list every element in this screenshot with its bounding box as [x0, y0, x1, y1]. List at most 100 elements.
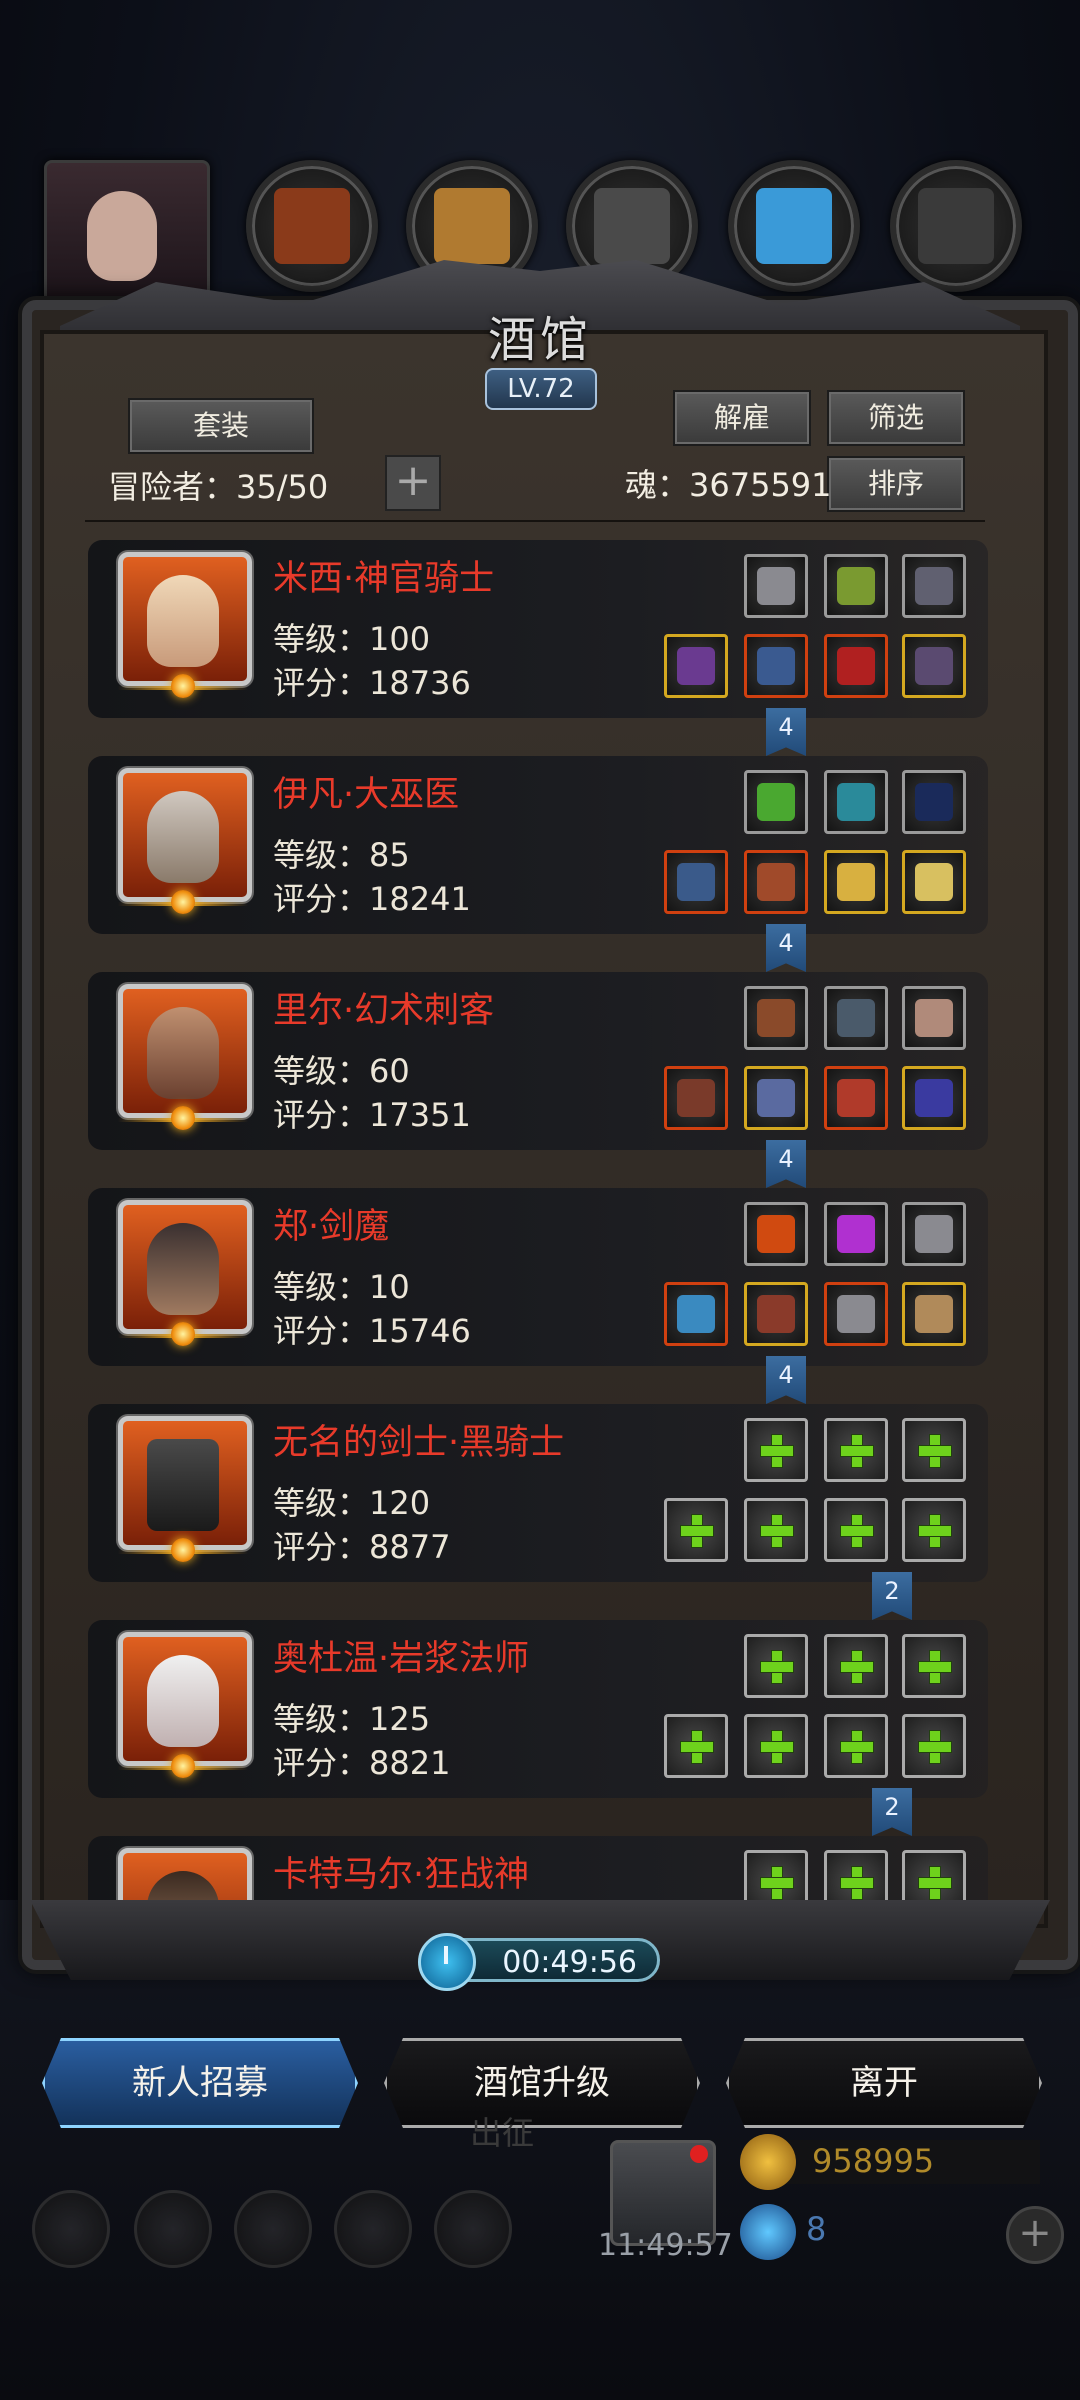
equip-amulet-icon[interactable]	[902, 634, 966, 698]
adventurer-count: 冒险者：35/50	[108, 468, 329, 506]
hero-avatar[interactable]	[118, 1200, 252, 1334]
equip-armor-icon[interactable]	[744, 850, 808, 914]
crystal-category-icon[interactable]	[728, 160, 860, 292]
equip-gem-icon[interactable]	[824, 770, 888, 834]
hero-score: 评分：17351	[273, 1096, 471, 1134]
mail-icon[interactable]	[334, 2190, 412, 2268]
hero-card[interactable]: 无名的剑士·黑骑士 等级：120 评分：8877	[88, 1404, 988, 1582]
hero-score: 评分：18736	[273, 664, 471, 702]
add-equip-slot[interactable]	[824, 1498, 888, 1562]
hero-name: 奥杜温·岩浆法师	[273, 1639, 530, 1679]
set-tag: 2	[872, 1572, 912, 1620]
equip-spear-icon[interactable]	[664, 634, 728, 698]
diamond-icon	[740, 2204, 796, 2260]
equip-fire-icon[interactable]	[744, 1202, 808, 1266]
hero-avatar[interactable]	[118, 552, 252, 686]
equip-axe-icon[interactable]	[824, 986, 888, 1050]
sort-button[interactable]: 排序	[827, 456, 965, 512]
hero-avatar[interactable]	[118, 984, 252, 1118]
plus-icon	[840, 1514, 874, 1548]
hero-card[interactable]: 奥杜温·岩浆法师 等级：125 评分：8821	[88, 1620, 988, 1798]
set-tag: 4	[766, 1356, 806, 1404]
equip-armor-icon[interactable]	[744, 1282, 808, 1346]
equip-bow-icon[interactable]	[902, 770, 966, 834]
hero-card[interactable]: 米西·神官骑士 等级：100 评分：18736	[88, 540, 988, 718]
add-equip-slot[interactable]	[824, 1714, 888, 1778]
add-equip-slot[interactable]	[824, 1418, 888, 1482]
equip-gloves-icon[interactable]	[824, 634, 888, 698]
add-equip-slot[interactable]	[824, 1634, 888, 1698]
hero-name: 无名的剑士·黑骑士	[273, 1423, 565, 1463]
hero-card[interactable]: 郑·剑魔 等级：10 评分：15746	[88, 1188, 988, 1366]
star-icon[interactable]	[134, 2190, 212, 2268]
ingot-category-icon[interactable]	[890, 160, 1022, 292]
gift-timer: 11:49:57	[598, 2228, 733, 2263]
hero-avatar[interactable]	[118, 768, 252, 902]
hero-card[interactable]: 伊凡·大巫医 等级：85 评分：18241	[88, 756, 988, 934]
plus-icon	[918, 1650, 952, 1684]
equip-stone-icon[interactable]	[744, 554, 808, 618]
hero-portrait-icon	[147, 791, 219, 883]
equip-ore-icon[interactable]	[744, 986, 808, 1050]
equip-scroll-icon[interactable]	[902, 1282, 966, 1346]
equip-lantern-icon[interactable]	[824, 554, 888, 618]
hero-card[interactable]: 里尔·幻术刺客 等级：60 评分：17351	[88, 972, 988, 1150]
expand-slots-button[interactable]: +	[385, 455, 441, 511]
hero-card[interactable]: 卡特马尔·狂战神	[88, 1836, 988, 1910]
hero-level: 等级：100	[273, 620, 431, 658]
plus-icon	[760, 1866, 794, 1900]
hero-score: 评分：8821	[273, 1744, 451, 1782]
add-equip-slot[interactable]	[902, 1714, 966, 1778]
rank-gem-icon	[118, 1748, 248, 1788]
add-equip-slot[interactable]	[744, 1418, 808, 1482]
add-equip-slot[interactable]	[664, 1498, 728, 1562]
equip-blade-icon[interactable]	[664, 1282, 728, 1346]
equip-emblem-icon[interactable]	[902, 1202, 966, 1266]
hero-list[interactable]: 米西·神官骑士 等级：100 评分：18736 4 伊凡·大巫医 等级：85 评…	[88, 540, 988, 1910]
clock-icon	[418, 1933, 476, 1991]
hero-name: 卡特马尔·狂战神	[273, 1855, 530, 1895]
add-equip-slot[interactable]	[744, 1498, 808, 1562]
plus-icon	[918, 1866, 952, 1900]
add-equip-slot[interactable]	[744, 1634, 808, 1698]
set-button[interactable]: 套装	[128, 398, 314, 454]
add-equip-slot[interactable]	[902, 1418, 966, 1482]
equip-ring-icon[interactable]	[902, 1066, 966, 1130]
rank-gem-icon	[118, 668, 248, 708]
hero-avatar[interactable]	[118, 1632, 252, 1766]
plus-icon	[840, 1650, 874, 1684]
hero-avatar[interactable]	[118, 1416, 252, 1550]
add-equip-slot[interactable]	[902, 1498, 966, 1562]
hero-name: 伊凡·大巫医	[273, 775, 460, 815]
rank-gem-icon	[118, 1100, 248, 1140]
recruit-button[interactable]: 新人招募	[42, 2038, 358, 2128]
add-equip-slot[interactable]	[902, 1634, 966, 1698]
set-tag: 4	[766, 708, 806, 756]
map-icon[interactable]	[434, 2190, 512, 2268]
settings-icon[interactable]	[32, 2190, 110, 2268]
add-currency-button[interactable]: +	[1006, 2206, 1064, 2264]
equip-armor-icon[interactable]	[744, 634, 808, 698]
equip-helmet-icon[interactable]	[824, 1282, 888, 1346]
dismiss-button[interactable]: 解雇	[673, 390, 811, 446]
equip-shield-icon[interactable]	[902, 850, 966, 914]
leave-button[interactable]: 离开	[726, 2038, 1042, 2128]
equip-staff-icon[interactable]	[902, 554, 966, 618]
add-equip-slot[interactable]	[744, 1714, 808, 1778]
equip-spear-icon[interactable]	[664, 1066, 728, 1130]
scroll-category-icon[interactable]	[246, 160, 378, 292]
equip-badge-icon[interactable]	[824, 1066, 888, 1130]
equip-armor-icon[interactable]	[744, 1066, 808, 1130]
filter-button[interactable]: 筛选	[827, 390, 965, 446]
upgrade-tavern-button[interactable]: 酒馆升级	[384, 2038, 700, 2128]
add-equip-slot[interactable]	[664, 1714, 728, 1778]
rank-gem-icon	[118, 1316, 248, 1356]
equip-shield-icon[interactable]	[824, 850, 888, 914]
equip-cloth-icon[interactable]	[902, 986, 966, 1050]
hero-level: 等级：10	[273, 1268, 410, 1306]
equip-purple-gem-icon[interactable]	[824, 1202, 888, 1266]
book-icon[interactable]	[234, 2190, 312, 2268]
equip-staff-icon[interactable]	[664, 850, 728, 914]
equip-crystal-icon[interactable]	[744, 770, 808, 834]
plus-icon	[680, 1730, 714, 1764]
